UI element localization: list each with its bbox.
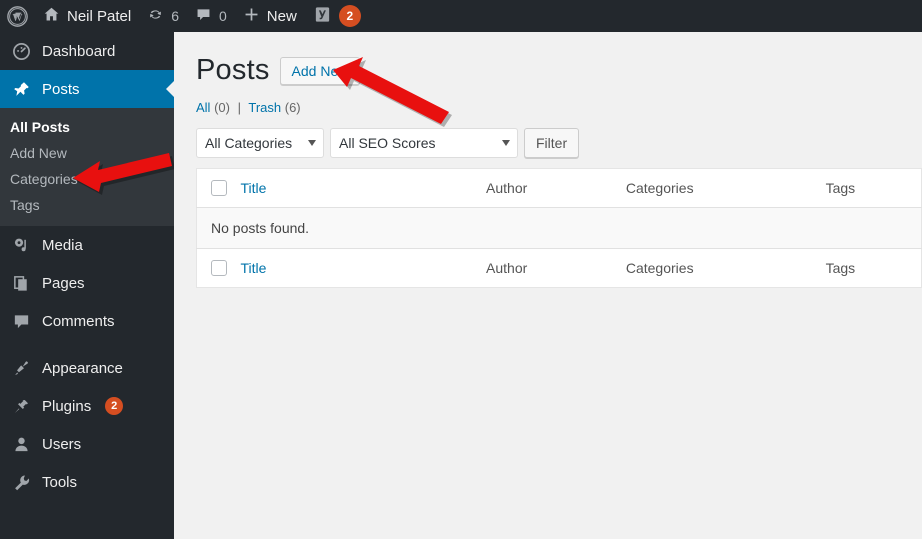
- yoast-notification-badge: 2: [338, 5, 361, 27]
- wp-admin-screen: W Neil Patel 6 0 New 2 Dashboard Posts A…: [0, 0, 922, 539]
- site-name-label: Neil Patel: [67, 7, 132, 25]
- category-filter-select[interactable]: All Categories: [196, 128, 324, 158]
- dashboard-icon: [10, 41, 32, 61]
- comment-bubble-icon: [195, 6, 212, 26]
- wordpress-logo-icon: W: [7, 5, 28, 27]
- sidebar-item-tools[interactable]: Tools: [0, 463, 174, 501]
- yoast-seo-menu[interactable]: 2: [305, 0, 369, 32]
- sidebar-item-users[interactable]: Users: [0, 425, 174, 463]
- sidebar-item-comments[interactable]: Comments: [0, 302, 174, 340]
- updates-menu[interactable]: 6: [139, 0, 187, 32]
- yoast-seo-icon: [313, 5, 332, 27]
- plus-icon: [243, 6, 260, 26]
- select-all-checkbox-footer[interactable]: [211, 260, 227, 276]
- column-header-author: Author: [486, 168, 626, 208]
- admin-bar: W Neil Patel 6 0 New 2: [0, 0, 922, 32]
- wrench-icon: [10, 472, 32, 492]
- sidebar-item-label: Media: [42, 236, 83, 254]
- select-all-checkbox[interactable]: [211, 180, 227, 196]
- column-footer-tags: Tags: [825, 248, 922, 288]
- submenu-item-label: Tags: [10, 197, 40, 213]
- updates-icon: [147, 6, 164, 26]
- column-header-categories: Categories: [625, 168, 826, 208]
- main-content: Posts Add New All (0) | Trash (6) All Ca…: [174, 32, 922, 539]
- seo-score-filter-select[interactable]: All SEO Scores: [330, 128, 518, 158]
- sidebar-item-appearance[interactable]: Appearance: [0, 349, 174, 387]
- table-row: No posts found.: [196, 207, 922, 249]
- posts-list-table: Title Author Categories Tags No posts fo…: [196, 168, 922, 288]
- page-title: Posts: [196, 54, 270, 86]
- sidebar-item-label: Plugins: [42, 397, 92, 415]
- posts-submenu: All Posts Add New Categories Tags: [0, 108, 174, 226]
- sidebar-item-dashboard[interactable]: Dashboard: [0, 32, 174, 70]
- filter-button[interactable]: Filter: [524, 128, 580, 158]
- table-footer-row: Title Author Categories Tags: [196, 248, 922, 288]
- sidebar-item-label: Comments: [42, 312, 115, 330]
- sidebar-item-label: Pages: [42, 274, 85, 292]
- column-footer-author: Author: [486, 248, 626, 288]
- table-foot: Title Author Categories Tags: [196, 248, 922, 288]
- sidebar-item-pages[interactable]: Pages: [0, 264, 174, 302]
- comment-bubble-icon: [10, 311, 32, 331]
- comments-count: 0: [219, 8, 227, 24]
- category-filter-wrap: All Categories: [196, 128, 324, 158]
- new-content-menu[interactable]: New: [235, 0, 305, 32]
- new-content-label: New: [266, 7, 297, 25]
- wordpress-logo-menu[interactable]: W: [0, 0, 35, 32]
- select-all-header: [196, 168, 241, 208]
- table-body: No posts found.: [196, 207, 922, 249]
- view-all-link[interactable]: All: [196, 100, 210, 115]
- seo-filter-wrap: All SEO Scores: [330, 128, 518, 158]
- sidebar-item-media[interactable]: Media: [0, 226, 174, 264]
- column-header-title: Title: [240, 168, 487, 208]
- view-all-count: (0): [214, 100, 230, 115]
- user-icon: [10, 434, 32, 454]
- sidebar-item-label: Users: [42, 435, 82, 453]
- submenu-item-add-new[interactable]: Add New: [0, 140, 174, 166]
- column-footer-categories: Categories: [625, 248, 826, 288]
- sort-by-title-link[interactable]: Title: [240, 180, 266, 196]
- submenu-item-tags[interactable]: Tags: [0, 192, 174, 218]
- no-posts-found-message: No posts found.: [196, 207, 922, 249]
- post-status-views: All (0) | Trash (6): [196, 100, 922, 115]
- sidebar-item-label: Posts: [42, 80, 80, 98]
- submenu-item-categories[interactable]: Categories: [0, 166, 174, 192]
- admin-sidebar-menu: Dashboard Posts All Posts Add New Catego…: [0, 32, 174, 539]
- paintbrush-icon: [10, 358, 32, 378]
- sidebar-item-label: Appearance: [42, 359, 123, 377]
- view-trash-link[interactable]: Trash: [248, 100, 281, 115]
- table-head: Title Author Categories Tags: [196, 168, 922, 208]
- views-separator: |: [237, 100, 241, 115]
- pages-icon: [10, 273, 32, 293]
- submenu-item-label: Categories: [10, 171, 78, 187]
- plug-icon: [10, 396, 32, 416]
- table-navigation-filters: All Categories All SEO Scores Filter: [196, 128, 922, 158]
- sidebar-separator: [0, 340, 174, 349]
- svg-text:W: W: [13, 12, 23, 23]
- page-header: Posts Add New: [196, 54, 922, 87]
- column-header-tags: Tags: [825, 168, 922, 208]
- add-new-button[interactable]: Add New: [279, 56, 361, 85]
- updates-count: 6: [171, 8, 179, 24]
- table-header-row: Title Author Categories Tags: [196, 168, 922, 208]
- pin-icon: [10, 79, 32, 99]
- home-icon: [43, 6, 60, 26]
- plugins-update-badge: 2: [105, 397, 124, 415]
- sidebar-item-label: Tools: [42, 473, 78, 491]
- select-all-footer-header: [196, 248, 241, 288]
- site-name-menu[interactable]: Neil Patel: [35, 0, 139, 32]
- submenu-item-all-posts[interactable]: All Posts: [0, 114, 174, 140]
- view-trash-count: (6): [284, 100, 301, 115]
- comments-menu[interactable]: 0: [187, 0, 235, 32]
- submenu-item-label: All Posts: [10, 119, 70, 135]
- sidebar-item-label: Dashboard: [42, 42, 116, 60]
- sidebar-item-posts[interactable]: Posts: [0, 70, 174, 108]
- sidebar-item-plugins[interactable]: Plugins 2: [0, 387, 174, 425]
- column-footer-title: Title: [240, 248, 487, 288]
- submenu-item-label: Add New: [10, 145, 67, 161]
- sort-by-title-link-footer[interactable]: Title: [240, 260, 266, 276]
- media-icon: [10, 235, 32, 255]
